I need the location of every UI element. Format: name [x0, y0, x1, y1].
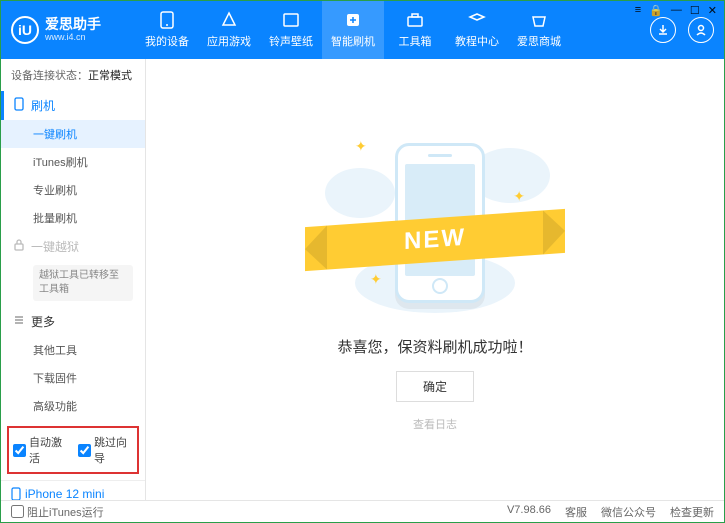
store-icon: [529, 11, 549, 29]
app-name: 爱思助手: [45, 17, 101, 32]
jailbreak-note: 越狱工具已转移至工具箱: [33, 265, 133, 301]
nav-tutorials[interactable]: 教程中心: [446, 1, 508, 59]
nav-label: 智能刷机: [331, 33, 375, 49]
sidebar: 设备连接状态：正常模式 刷机 一键刷机 iTunes刷机 专业刷机 批量刷机 一…: [1, 59, 146, 500]
maximize-icon[interactable]: ☐: [690, 4, 700, 17]
ok-button[interactable]: 确定: [396, 371, 474, 402]
block-itunes-check[interactable]: 阻止iTunes运行: [11, 504, 104, 520]
titlebar: iU 爱思助手 www.i4.cn 我的设备 应用游戏 铃声壁纸 智能刷机 工具…: [1, 1, 724, 59]
sidebar-header-jailbreak[interactable]: 一键越狱: [1, 232, 145, 261]
account-button[interactable]: [688, 17, 714, 43]
section-label: 刷机: [31, 97, 55, 114]
phone-icon: [13, 97, 25, 114]
menu-icon[interactable]: ≡: [635, 4, 641, 17]
new-ribbon: NEW: [305, 208, 565, 270]
nav-ringtones[interactable]: 铃声壁纸: [260, 1, 322, 59]
view-log-link[interactable]: 查看日志: [413, 416, 457, 432]
support-link[interactable]: 客服: [565, 504, 587, 520]
apps-icon: [219, 11, 239, 29]
sidebar-item-batch[interactable]: 批量刷机: [1, 204, 145, 232]
close-icon[interactable]: ✕: [708, 4, 717, 17]
nav-label: 教程中心: [455, 33, 499, 49]
tutorial-icon: [467, 11, 487, 29]
nav-label: 工具箱: [399, 33, 432, 49]
sidebar-item-other[interactable]: 其他工具: [1, 336, 145, 364]
sidebar-header-flash[interactable]: 刷机: [1, 91, 145, 120]
wallpaper-icon: [281, 11, 301, 29]
top-nav: 我的设备 应用游戏 铃声壁纸 智能刷机 工具箱 教程中心 爱思商城: [136, 1, 570, 59]
check-auto-activate[interactable]: 自动激活: [13, 434, 68, 466]
wechat-link[interactable]: 微信公众号: [601, 504, 656, 520]
nav-label: 爱思商城: [517, 33, 561, 49]
options-box: 自动激活 跳过向导: [7, 426, 139, 474]
flash-icon: [343, 11, 363, 29]
lock-icon: [13, 239, 25, 254]
window-controls: ≡ 🔒 — ☐ ✕: [635, 4, 717, 17]
app-url: www.i4.cn: [45, 33, 101, 43]
sidebar-item-download[interactable]: 下载固件: [1, 364, 145, 392]
nav-apps[interactable]: 应用游戏: [198, 1, 260, 59]
check-update-link[interactable]: 检查更新: [670, 504, 714, 520]
nav-label: 铃声壁纸: [269, 33, 313, 49]
sidebar-item-pro[interactable]: 专业刷机: [1, 176, 145, 204]
download-button[interactable]: [650, 17, 676, 43]
connection-status: 设备连接状态：正常模式: [1, 59, 145, 91]
sidebar-item-itunes[interactable]: iTunes刷机: [1, 148, 145, 176]
logo-icon: iU: [11, 16, 39, 44]
section-label: 更多: [31, 313, 55, 330]
nav-label: 我的设备: [145, 33, 189, 49]
success-message: 恭喜您，保资料刷机成功啦！: [337, 336, 532, 357]
sidebar-header-more[interactable]: 更多: [1, 307, 145, 336]
toolbox-icon: [405, 11, 425, 29]
version-label: V7.98.66: [507, 504, 551, 520]
main-content: ✦ ✦ ✦ NEW 恭喜您，保资料刷机成功啦！ 确定 查看日志: [146, 59, 724, 500]
device-panel[interactable]: iPhone 12 mini 64GB Down-12mini-13,1: [1, 480, 145, 500]
nav-toolbox[interactable]: 工具箱: [384, 1, 446, 59]
statusbar: 阻止iTunes运行 V7.98.66 客服 微信公众号 检查更新: [1, 500, 724, 522]
lock-icon[interactable]: 🔒: [649, 4, 663, 17]
sidebar-item-oneclick[interactable]: 一键刷机: [1, 120, 145, 148]
nav-my-device[interactable]: 我的设备: [136, 1, 198, 59]
minimize-icon[interactable]: —: [671, 4, 682, 17]
check-skip-guide[interactable]: 跳过向导: [78, 434, 133, 466]
more-icon: [13, 314, 25, 329]
section-label: 一键越狱: [31, 238, 79, 255]
logo: iU 爱思助手 www.i4.cn: [11, 16, 136, 44]
sidebar-item-advanced[interactable]: 高级功能: [1, 392, 145, 420]
nav-flash[interactable]: 智能刷机: [322, 1, 384, 59]
device-icon: [157, 11, 177, 29]
nav-store[interactable]: 爱思商城: [508, 1, 570, 59]
success-illustration: ✦ ✦ ✦ NEW: [315, 118, 555, 318]
device-name: iPhone 12 mini: [11, 487, 135, 500]
nav-label: 应用游戏: [207, 33, 251, 49]
phone-icon: [11, 487, 21, 500]
